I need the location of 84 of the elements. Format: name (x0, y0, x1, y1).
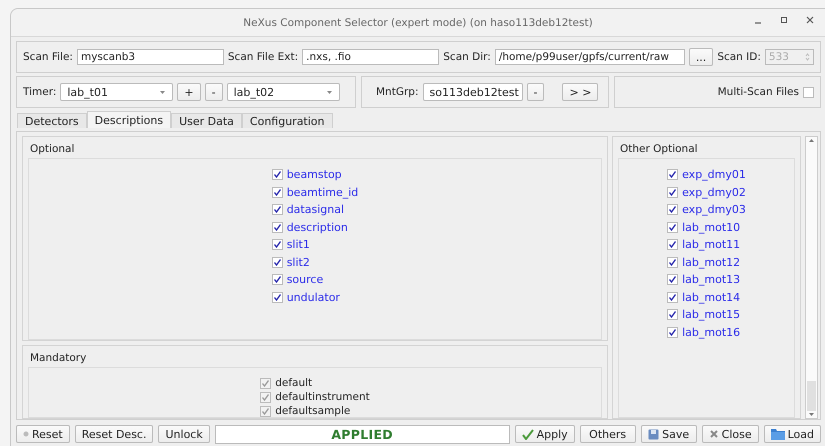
timer-dropdown[interactable]: lab_t01 (60, 83, 174, 101)
checkbox[interactable] (272, 169, 283, 180)
field-label: Scan File: (23, 51, 73, 63)
maximize-icon[interactable] (779, 15, 789, 25)
action-button[interactable]: Close (702, 425, 759, 443)
tab[interactable]: User Data (171, 113, 242, 128)
action-button[interactable]: Reset Desc. (74, 425, 154, 443)
checkbox[interactable] (272, 292, 283, 302)
action-button[interactable]: Load (764, 425, 821, 443)
checkbox[interactable] (667, 204, 678, 215)
checkbox[interactable] (667, 256, 678, 268)
group-title: Mandatory (29, 351, 88, 366)
checkbox[interactable] (667, 222, 678, 232)
checkbox[interactable] (272, 239, 283, 250)
window-title: NeXus Component Selector (expert mode) (on haso113deb12test) (243, 16, 593, 28)
dot-icon (23, 431, 29, 437)
scan-ext-field[interactable]: .nxs, .fio (302, 49, 440, 65)
checkbox-label[interactable]: lab_mot15 (682, 308, 740, 321)
checkbox[interactable] (667, 309, 678, 320)
checkbox-label[interactable]: lab_mot11 (682, 238, 740, 251)
checkmark-icon (522, 428, 534, 440)
checkbox-label[interactable]: datasignal (286, 203, 344, 216)
remove-button[interactable]: - (526, 83, 544, 101)
checkbox-label[interactable]: beamtime_id (286, 186, 358, 198)
scan-file-field[interactable]: myscanb3 (76, 49, 224, 65)
checkbox[interactable] (667, 186, 678, 198)
checkbox-label[interactable]: lab_mot13 (682, 273, 740, 286)
checkbox[interactable] (667, 274, 678, 285)
checkbox[interactable] (272, 204, 283, 215)
checkbox[interactable] (667, 326, 678, 338)
close-icon[interactable] (805, 15, 815, 25)
tab[interactable]: Descriptions (86, 111, 172, 128)
checkbox[interactable] (272, 256, 283, 268)
checkbox-label[interactable]: lab_mot10 (682, 220, 740, 234)
status-field: APPLIED (214, 424, 510, 444)
mntgrp-dropdown[interactable]: so113deb12test (422, 83, 522, 101)
next-button[interactable]: > > (562, 83, 598, 101)
tab[interactable]: Configuration (242, 113, 333, 128)
remove-button[interactable]: - (204, 83, 223, 101)
checkbox[interactable] (803, 86, 814, 98)
action-button[interactable]: Reset (16, 425, 70, 443)
checkbox-label[interactable]: slit2 (286, 256, 310, 268)
checkbox-label[interactable]: beamstop (286, 168, 342, 181)
dropdown-caret-icon (159, 90, 166, 94)
checkbox-label[interactable]: exp_dmy02 (682, 186, 746, 198)
action-button[interactable]: Others (580, 425, 636, 443)
checkbox-label[interactable]: exp_dmy01 (682, 168, 746, 181)
field-label: Scan Dir: (443, 51, 491, 63)
checkbox[interactable] (272, 186, 283, 198)
field-label: Scan File Ext: (228, 51, 298, 63)
action-button[interactable]: Save (640, 425, 697, 443)
checkbox-label[interactable]: source (286, 273, 324, 286)
scrollbar-thumb[interactable] (807, 381, 816, 411)
save-icon (648, 428, 660, 440)
checkbox[interactable] (272, 222, 283, 232)
dropdown-caret-icon (326, 90, 333, 94)
scroll-up-icon[interactable] (808, 137, 815, 144)
browse-button[interactable]: ... (688, 48, 714, 66)
folder-icon (770, 428, 785, 440)
action-button[interactable]: Apply (514, 425, 575, 443)
scrollbar[interactable] (805, 136, 818, 419)
add-button[interactable]: + (177, 83, 201, 101)
checkbox-label[interactable]: description (286, 220, 348, 234)
close-icon (708, 429, 719, 439)
group-title: Other Optional (619, 142, 699, 157)
scan-dir-field[interactable]: /home/p99user/gpfs/current/raw (494, 49, 685, 65)
action-button[interactable]: Unlock (158, 425, 210, 443)
checkbox-label[interactable]: exp_dmy03 (682, 203, 746, 216)
checkbox[interactable] (272, 274, 283, 285)
checkbox-label[interactable]: lab_mot16 (682, 326, 740, 338)
field-label: Scan ID: (717, 51, 761, 63)
checkbox[interactable] (667, 239, 678, 250)
checkbox-label[interactable]: undulator (286, 290, 340, 304)
group-title: Optional (29, 142, 76, 157)
checkbox-label[interactable]: lab_mot12 (682, 256, 740, 268)
checkbox[interactable] (667, 169, 678, 180)
checkbox[interactable] (667, 292, 678, 302)
field-label: MntGrp: (376, 86, 418, 98)
field-label: Timer: (23, 86, 56, 98)
checkbox-label[interactable]: lab_mot14 (682, 290, 740, 304)
tab[interactable]: Detectors (17, 113, 87, 128)
timer-dropdown[interactable]: lab_t02 (226, 83, 340, 101)
checkbox-label[interactable]: Multi-Scan Files (718, 86, 799, 98)
checkbox-label[interactable]: slit1 (286, 238, 310, 251)
